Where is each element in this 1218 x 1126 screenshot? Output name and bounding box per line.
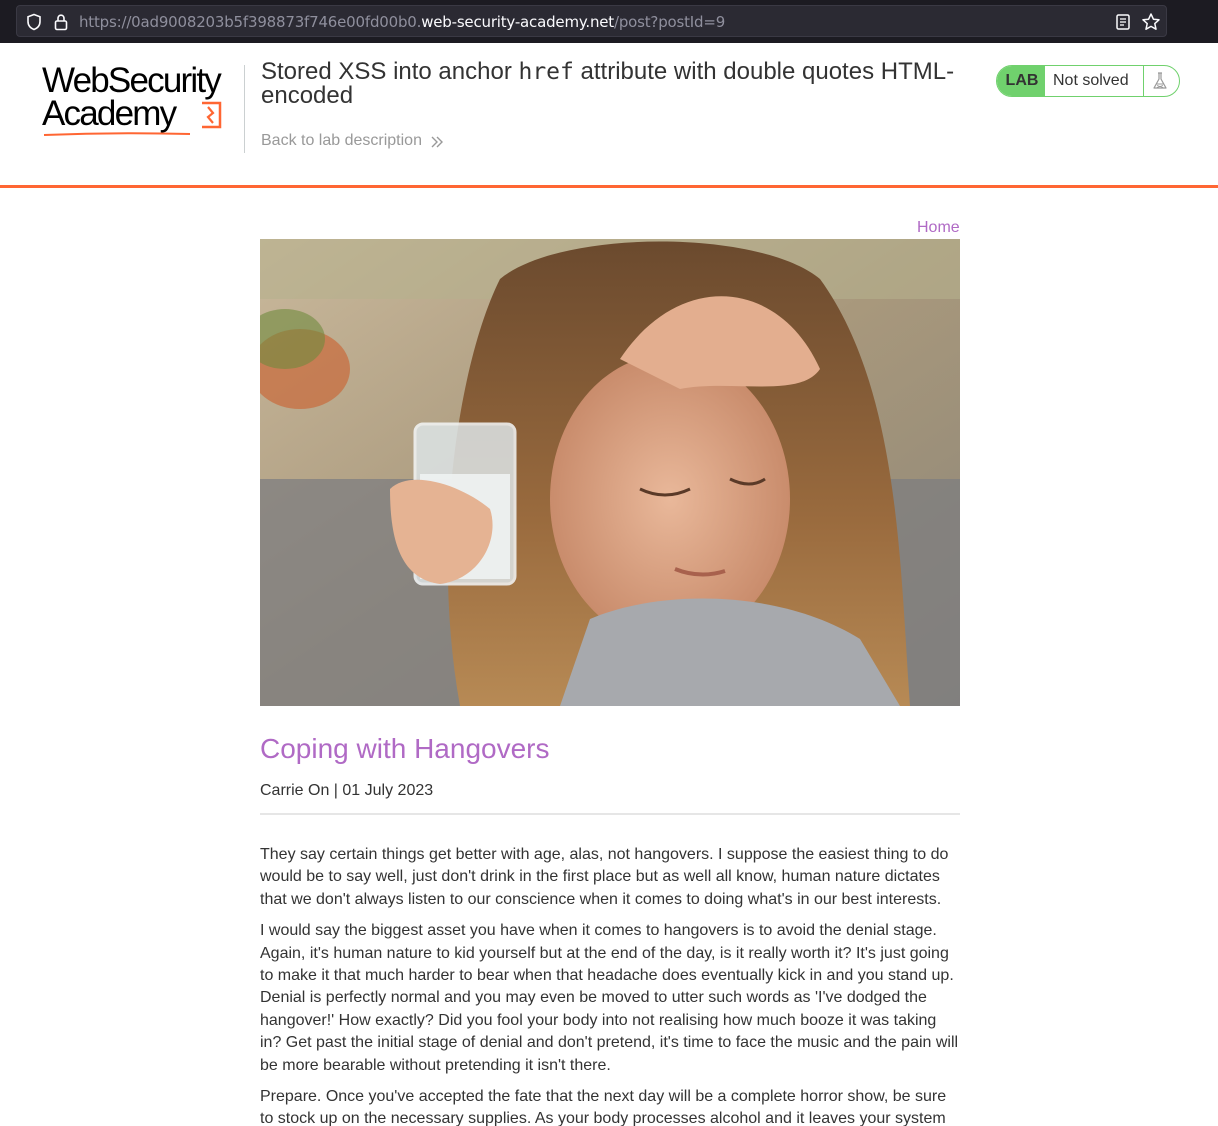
post-paragraph: Prepare. Once you've accepted the fate t… bbox=[260, 1088, 947, 1126]
flask-icon bbox=[1153, 72, 1167, 89]
lab-title-part1: Stored XSS into anchor bbox=[261, 58, 519, 85]
logo-mark-icon bbox=[202, 101, 222, 129]
web-security-academy-logo[interactable]: WebSecurity Academy bbox=[42, 63, 242, 136]
logo-underline-icon bbox=[43, 132, 191, 136]
status-separator bbox=[1143, 66, 1144, 96]
home-link[interactable]: Home bbox=[917, 219, 960, 237]
lab-title: Stored XSS into anchor href attribute wi… bbox=[261, 60, 981, 108]
post-divider bbox=[260, 813, 960, 815]
url-path: /post?postId=9 bbox=[613, 13, 726, 31]
url-host: web-security-academy.net bbox=[421, 13, 614, 31]
back-to-lab-description-link[interactable]: Back to lab description bbox=[261, 132, 422, 150]
logo-text-line2: Academy bbox=[42, 94, 177, 133]
lab-badge: LAB bbox=[997, 66, 1045, 96]
lock-icon[interactable] bbox=[53, 13, 69, 31]
url-prefix: https://0ad9008203b5f398873f746e00fd00b0… bbox=[79, 13, 422, 31]
post-hero-image bbox=[260, 239, 960, 706]
bookmark-star-icon[interactable] bbox=[1141, 12, 1161, 32]
post-paragraph: They say certain things get better with … bbox=[260, 846, 949, 908]
shield-icon[interactable] bbox=[25, 13, 43, 31]
url-text[interactable]: https://0ad9008203b5f398873f746e00fd00b0… bbox=[79, 13, 725, 31]
lab-header: WebSecurity Academy Stored XSS into anch… bbox=[0, 43, 1218, 188]
post-title: Coping with Hangovers bbox=[260, 733, 550, 764]
reader-view-icon[interactable] bbox=[1115, 13, 1131, 31]
browser-toolbar: https://0ad9008203b5f398873f746e00fd00b0… bbox=[0, 0, 1218, 43]
post-paragraph: I would say the biggest asset you have w… bbox=[260, 922, 959, 1074]
lab-status-text: Not solved bbox=[1053, 72, 1129, 89]
double-chevron-right-icon[interactable] bbox=[430, 134, 444, 150]
lab-title-code: href bbox=[518, 59, 574, 85]
post-body: They say certain things get better with … bbox=[260, 844, 960, 1126]
header-divider bbox=[244, 65, 245, 153]
post-author-date: Carrie On | 01 July 2023 bbox=[260, 782, 434, 799]
address-bar[interactable]: https://0ad9008203b5f398873f746e00fd00b0… bbox=[16, 5, 1167, 37]
lab-status-widget: LAB Not solved bbox=[996, 65, 1180, 97]
